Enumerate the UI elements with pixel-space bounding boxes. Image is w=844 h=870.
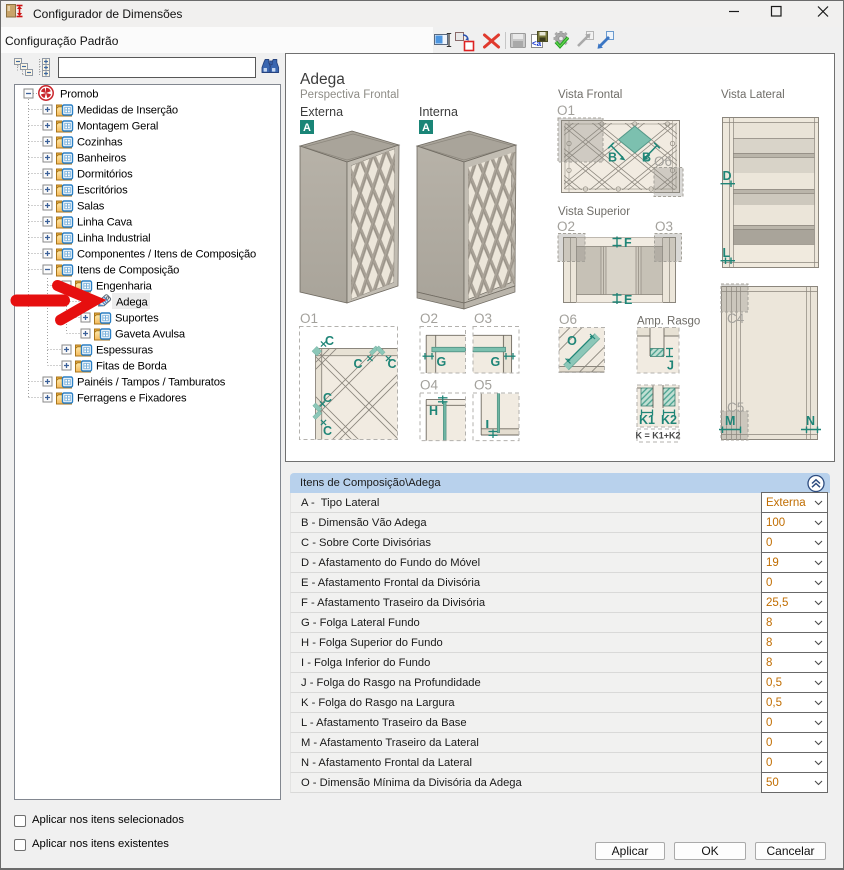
svg-text:E: E (624, 293, 632, 307)
svg-text:Gaveta Avulsa: Gaveta Avulsa (115, 329, 186, 341)
svg-text:Vista Superior: Vista Superior (558, 206, 630, 218)
svg-text:Medidas de Inserção: Medidas de Inserção (77, 105, 178, 117)
svg-text:K2: K2 (661, 413, 677, 427)
svg-text:G: G (437, 355, 447, 369)
svg-text:K1: K1 (639, 413, 655, 427)
svg-text:O5: O5 (474, 378, 492, 393)
svg-text:C: C (387, 357, 396, 371)
svg-text:Vista Frontal: Vista Frontal (558, 89, 622, 101)
svg-text:C5: C5 (727, 400, 744, 415)
svg-text:D: D (723, 169, 732, 183)
svg-text:C: C (323, 424, 332, 438)
svg-text:O6: O6 (559, 312, 577, 327)
svg-text:O1: O1 (300, 311, 318, 326)
svg-text:J: J (667, 359, 674, 373)
svg-text:Salas: Salas (77, 201, 105, 213)
svg-text:Dormitórios: Dormitórios (77, 169, 133, 181)
svg-text:F: F (624, 236, 632, 250)
svg-text:C: C (325, 334, 334, 348)
svg-text:Interna: Interna (419, 105, 458, 119)
svg-text:Adega: Adega (300, 71, 345, 88)
svg-text:Suportes: Suportes (115, 313, 159, 325)
svg-text:Externa: Externa (300, 105, 343, 119)
svg-text:Linha Industrial: Linha Industrial (77, 233, 150, 245)
svg-text:Engenharia: Engenharia (96, 281, 153, 293)
svg-text:B: B (608, 151, 617, 165)
svg-text:Espessuras: Espessuras (96, 345, 154, 357)
svg-text:A: A (303, 122, 311, 134)
svg-text:C4: C4 (727, 311, 745, 326)
svg-text:Cozinhas: Cozinhas (77, 137, 123, 149)
svg-text:O2: O2 (557, 219, 575, 234)
svg-text:Montagem Geral: Montagem Geral (77, 121, 158, 133)
svg-text:N: N (806, 414, 815, 428)
svg-text:O2: O2 (420, 311, 438, 326)
svg-text:Adega: Adega (116, 297, 149, 309)
svg-text:A: A (422, 122, 430, 134)
svg-text:O3: O3 (655, 219, 673, 234)
svg-text:M: M (725, 414, 735, 428)
svg-text:Escritórios: Escritórios (77, 185, 128, 197)
svg-text:Componentes / Itens de Composi: Componentes / Itens de Composição (77, 249, 256, 261)
svg-text:H: H (429, 404, 438, 418)
svg-text:O4: O4 (420, 378, 439, 393)
svg-text:Banheiros: Banheiros (77, 153, 127, 165)
svg-text:G: G (491, 355, 501, 369)
svg-text:Promob: Promob (60, 89, 98, 101)
svg-text:Perspectiva Frontal: Perspectiva Frontal (300, 89, 399, 101)
svg-text:O1: O1 (557, 103, 575, 118)
svg-text:B: B (642, 151, 651, 165)
svg-text:Ferragens e Fixadores: Ferragens e Fixadores (77, 393, 187, 405)
svg-text:Linha Cava: Linha Cava (77, 217, 133, 229)
svg-text:O: O (567, 334, 577, 348)
svg-text:C: C (353, 357, 362, 371)
svg-text:Painéis / Tampos / Tamburatos: Painéis / Tampos / Tamburatos (77, 377, 226, 389)
svg-text:O6: O6 (654, 154, 672, 169)
svg-text:L: L (723, 246, 731, 260)
svg-text:Vista Lateral: Vista Lateral (721, 89, 785, 101)
svg-text:Itens de Composição: Itens de Composição (77, 265, 179, 277)
svg-text:Amp. Rasgo: Amp. Rasgo (637, 316, 700, 328)
svg-text:O3: O3 (474, 311, 492, 326)
svg-text:C: C (323, 391, 332, 405)
svg-text:Fitas de Borda: Fitas de Borda (96, 361, 168, 373)
svg-text:K = K1+K2: K = K1+K2 (635, 431, 680, 441)
